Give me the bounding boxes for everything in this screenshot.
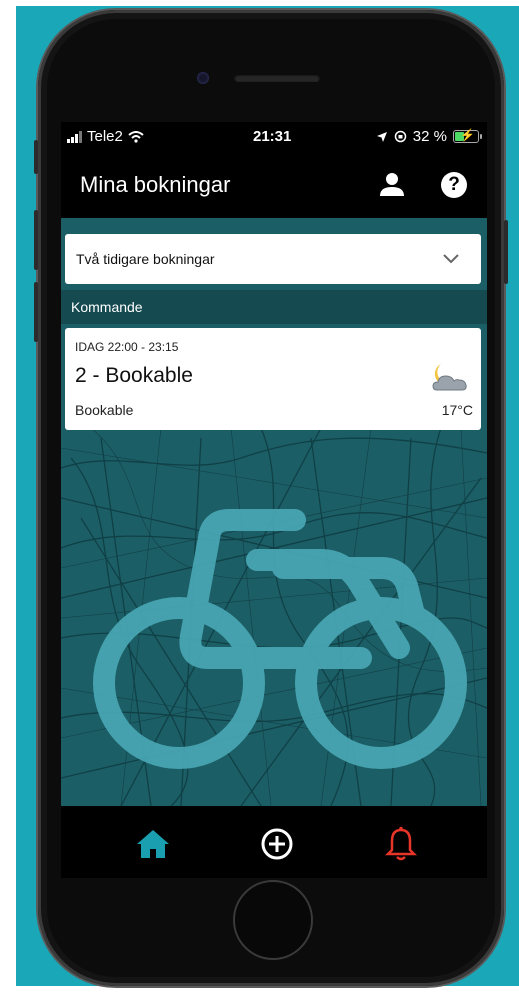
battery-icon: ⚡ xyxy=(453,128,482,143)
home-button[interactable] xyxy=(233,880,313,960)
wifi-icon xyxy=(128,130,144,143)
booking-time: IDAG 22:00 - 23:15 xyxy=(75,340,179,354)
power-button xyxy=(504,220,508,284)
front-camera xyxy=(197,72,209,84)
add-circle-icon[interactable] xyxy=(257,824,297,864)
signal-icon xyxy=(67,130,82,143)
chevron-down-icon xyxy=(443,254,459,264)
orientation-lock-icon xyxy=(394,130,407,143)
upcoming-section-header: Kommande xyxy=(61,290,487,324)
previous-bookings-label: Två tidigare bokningar xyxy=(76,251,215,267)
bell-icon[interactable] xyxy=(381,824,421,864)
clock: 21:31 xyxy=(253,128,292,145)
booking-subtitle: Bookable xyxy=(75,402,134,418)
status-right: 32 % ⚡ xyxy=(376,128,482,145)
help-icon[interactable]: ? xyxy=(441,172,467,198)
carrier-name: Tele2 xyxy=(87,128,123,145)
section-label: Kommande xyxy=(71,299,143,315)
tab-bar xyxy=(61,806,487,878)
home-icon[interactable] xyxy=(133,824,173,864)
earpiece-speaker xyxy=(234,74,320,82)
carrier-indicator: Tele2 xyxy=(67,128,144,145)
app-screen: Tele2 21:31 32 % ⚡ Mina bokningar ? Två … xyxy=(61,122,487,878)
person-icon[interactable] xyxy=(377,170,407,200)
mute-switch xyxy=(34,140,38,174)
volume-down-button xyxy=(34,282,38,342)
page-title: Mina bokningar xyxy=(80,172,231,197)
location-arrow-icon xyxy=(376,131,387,142)
battery-percentage: 32 % xyxy=(412,128,447,145)
partly-cloudy-night-icon xyxy=(432,364,467,391)
app-header: Mina bokningar ? xyxy=(61,160,487,220)
status-bar: Tele2 21:31 32 % ⚡ xyxy=(61,122,487,152)
booking-temperature: 17°C xyxy=(441,402,473,418)
booking-title: 2 - Bookable xyxy=(75,364,193,387)
booking-card[interactable]: IDAG 22:00 - 23:15 2 - Bookable Bookable… xyxy=(65,328,481,430)
previous-bookings-dropdown[interactable]: Två tidigare bokningar xyxy=(65,234,481,284)
volume-up-button xyxy=(34,210,38,270)
